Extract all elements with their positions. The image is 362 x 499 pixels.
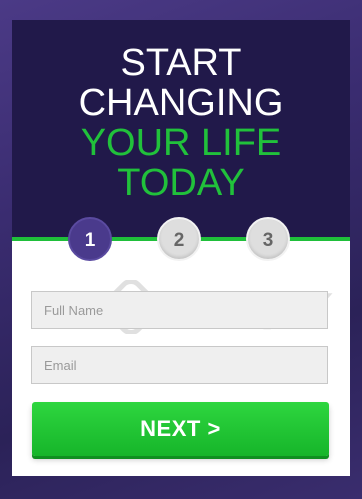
step-3-indicator[interactable]: 3 bbox=[246, 217, 290, 261]
headline-line-1: START bbox=[120, 42, 242, 84]
hero-banner: START CHANGING YOUR LIFE TODAY bbox=[12, 20, 350, 237]
email-field[interactable] bbox=[31, 346, 328, 384]
headline-line-4: TODAY bbox=[117, 162, 245, 204]
next-button[interactable]: NEXT > bbox=[32, 402, 329, 456]
headline-line-3: YOUR LIFE bbox=[80, 122, 282, 164]
signup-card: START CHANGING YOUR LIFE TODAY 1 2 3 Wik… bbox=[12, 20, 350, 476]
headline-line-2: CHANGING bbox=[78, 82, 284, 124]
step-2-indicator[interactable]: 2 bbox=[157, 217, 201, 261]
full-name-field[interactable] bbox=[31, 291, 328, 329]
step-1-indicator[interactable]: 1 bbox=[68, 217, 112, 261]
